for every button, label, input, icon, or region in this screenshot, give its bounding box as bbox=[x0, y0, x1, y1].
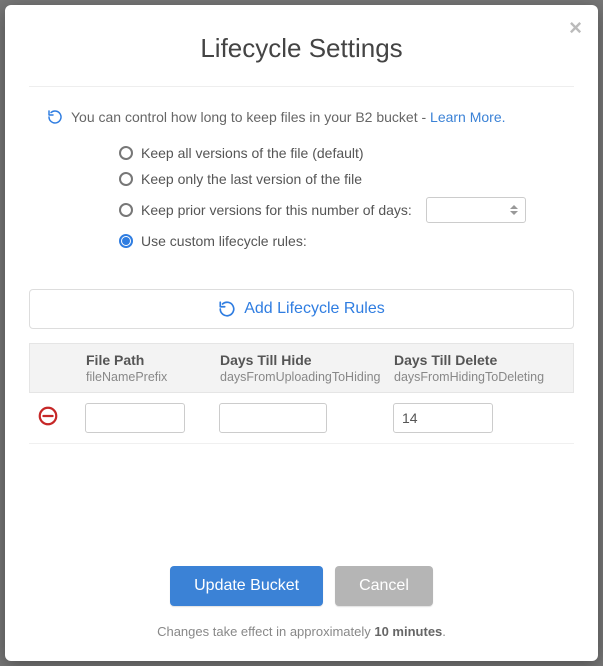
cancel-button[interactable]: Cancel bbox=[335, 566, 433, 606]
intro-message: You can control how long to keep files i… bbox=[71, 109, 430, 125]
table-row bbox=[29, 393, 574, 444]
remove-row-icon[interactable] bbox=[37, 405, 59, 427]
learn-more-link[interactable]: Learn More. bbox=[430, 109, 505, 125]
lifecycle-options: Keep all versions of the file (default) … bbox=[29, 145, 574, 249]
option-label: Keep prior versions for this number of d… bbox=[141, 202, 412, 218]
days-till-delete-input[interactable] bbox=[393, 403, 493, 433]
add-rules-label: Add Lifecycle Rules bbox=[244, 300, 385, 318]
intro-text: You can control how long to keep files i… bbox=[29, 109, 574, 125]
option-label: Keep all versions of the file (default) bbox=[141, 145, 364, 161]
days-till-hide-input[interactable] bbox=[219, 403, 327, 433]
rules-table-header: File Path fileNamePrefix Days Till Hide … bbox=[29, 343, 574, 393]
close-icon[interactable]: × bbox=[569, 17, 582, 39]
option-keep-all[interactable]: Keep all versions of the file (default) bbox=[119, 145, 574, 161]
option-label: Use custom lifecycle rules: bbox=[141, 233, 307, 249]
add-lifecycle-rules-button[interactable]: Add Lifecycle Rules bbox=[29, 289, 574, 329]
update-bucket-button[interactable]: Update Bucket bbox=[170, 566, 323, 606]
option-keep-last[interactable]: Keep only the last version of the file bbox=[119, 171, 574, 187]
footnote: Changes take effect in approximately 10 … bbox=[5, 624, 598, 639]
radio-icon[interactable] bbox=[119, 172, 133, 186]
radio-icon[interactable] bbox=[119, 146, 133, 160]
col-days-hide-title: Days Till Hide bbox=[220, 352, 390, 368]
lifecycle-settings-modal: × Lifecycle Settings You can control how… bbox=[5, 5, 598, 661]
col-days-hide-sub: daysFromUploadingToHiding bbox=[220, 370, 390, 384]
option-keep-prior[interactable]: Keep prior versions for this number of d… bbox=[119, 197, 574, 223]
option-custom-rules[interactable]: Use custom lifecycle rules: bbox=[119, 233, 574, 249]
lifecycle-icon bbox=[47, 109, 63, 125]
option-label: Keep only the last version of the file bbox=[141, 171, 362, 187]
col-file-path-title: File Path bbox=[86, 352, 216, 368]
modal-footer: Update Bucket Cancel Changes take effect… bbox=[5, 566, 598, 639]
radio-icon[interactable] bbox=[119, 203, 133, 217]
col-file-path-sub: fileNamePrefix bbox=[86, 370, 216, 384]
file-path-input[interactable] bbox=[85, 403, 185, 433]
radio-icon[interactable] bbox=[119, 234, 133, 248]
divider bbox=[29, 86, 574, 87]
col-days-delete-title: Days Till Delete bbox=[394, 352, 565, 368]
col-days-delete-sub: daysFromHidingToDeleting bbox=[394, 370, 565, 384]
lifecycle-icon bbox=[218, 300, 236, 318]
prior-days-input[interactable] bbox=[426, 197, 526, 223]
modal-title: Lifecycle Settings bbox=[29, 33, 574, 64]
